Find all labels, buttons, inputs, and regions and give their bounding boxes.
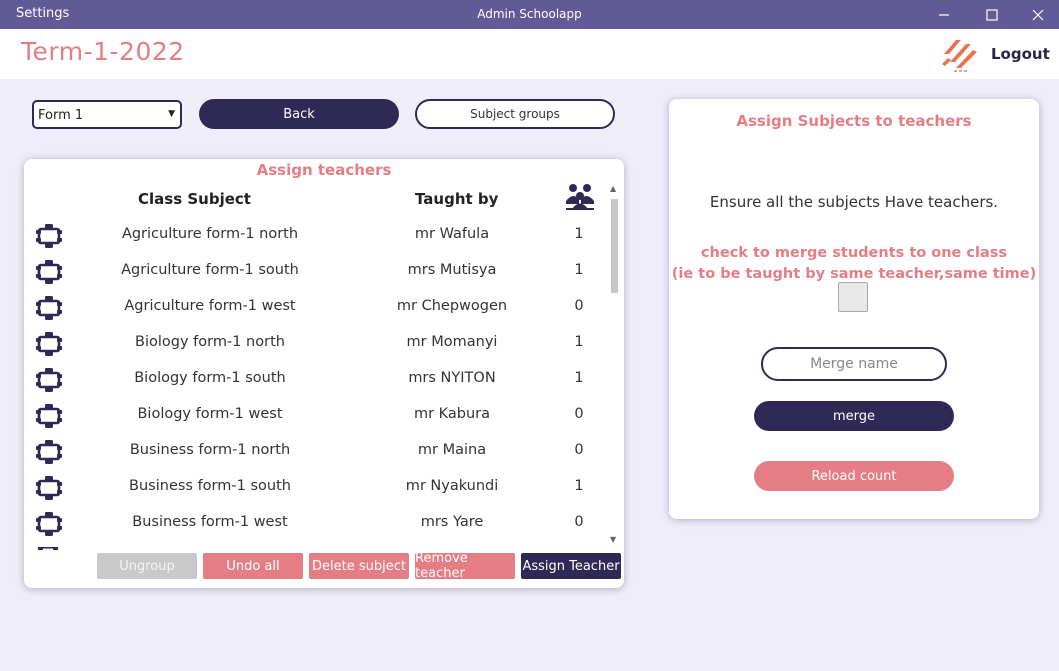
group-node-icon[interactable] <box>36 259 62 285</box>
delete-subject-button[interactable]: Delete subject <box>309 553 409 579</box>
term-title: Term-1-2022 <box>21 37 185 66</box>
group-node-icon[interactable] <box>36 295 62 321</box>
logout-button[interactable]: Logout <box>991 45 1050 63</box>
class-subject: Agriculture form-1 north <box>121 226 299 242</box>
subject-groups-button[interactable]: Subject groups <box>415 99 615 129</box>
table-row[interactable]: Agriculture form-1 south mrs Mutisya 1 <box>24 253 609 289</box>
group-node-icon <box>38 547 58 550</box>
table-row[interactable]: Biology form-1 west mr Kabura 0 <box>24 397 609 433</box>
header-bar: Term-1-2022 Logout <box>0 29 1059 79</box>
column-header-class-subject: Class Subject <box>138 190 251 208</box>
ensure-message: Ensure all the subjects Have teachers. <box>709 193 999 211</box>
merge-instructions-line1: check to merge students to one class <box>700 245 1008 261</box>
group-node-icon[interactable] <box>36 367 62 393</box>
table-row[interactable]: Business form-1 west mrs Yare 0 <box>24 505 609 541</box>
window-title: Admin Schoolapp <box>477 7 582 21</box>
form-select-value: Form 1 <box>38 108 84 123</box>
group-node-icon[interactable] <box>36 403 62 429</box>
student-count: 1 <box>574 478 584 494</box>
class-subject: Business form-1 north <box>129 442 291 458</box>
student-count: 1 <box>574 262 584 278</box>
app-logo <box>942 40 977 72</box>
minimize-button[interactable] <box>921 0 967 29</box>
card-title: Assign teachers <box>256 161 392 179</box>
merge-instructions: check to merge students to one class (ie… <box>669 243 1039 285</box>
reload-count-button[interactable]: Reload count <box>754 461 954 491</box>
column-header-taught-by: Taught by <box>415 190 499 208</box>
scrollbar-thumb[interactable] <box>611 199 618 293</box>
student-count: 0 <box>574 406 584 422</box>
student-count: 1 <box>574 334 584 350</box>
maximize-icon <box>986 8 998 21</box>
scroll-up-icon[interactable]: ▲ <box>610 184 616 193</box>
back-button[interactable]: Back <box>199 99 399 129</box>
remove-teacher-button[interactable]: Remove teacher <box>415 551 515 581</box>
assign-subjects-card: Assign Subjects to teachers Ensure all t… <box>669 99 1039 519</box>
list-scrollbar[interactable]: ▲ ▼ <box>608 183 621 547</box>
taught-by: mr Wafula <box>414 226 490 242</box>
close-icon <box>1032 9 1044 20</box>
class-subject: Business form-1 west <box>132 514 288 530</box>
taught-by: mrs NYITON <box>408 370 496 386</box>
table-row[interactable]: Agriculture form-1 north mr Wafula 1 <box>24 217 609 253</box>
assign-teacher-button[interactable]: Assign Teacher <box>521 553 621 579</box>
group-node-icon[interactable] <box>36 475 62 501</box>
merge-button[interactable]: merge <box>754 401 954 431</box>
group-node-icon[interactable] <box>36 511 62 537</box>
caret-down-icon: ▼ <box>168 109 175 119</box>
student-count: 1 <box>574 226 584 242</box>
taught-by: mr Chepwogen <box>396 298 508 314</box>
class-subject: Agriculture form-1 south <box>121 262 299 278</box>
class-subject: Biology form-1 west <box>137 406 283 422</box>
class-subject: Biology form-1 north <box>135 334 285 350</box>
group-node-icon[interactable] <box>36 223 62 249</box>
taught-by: mrs Yare <box>420 514 484 530</box>
taught-by: mr Momanyi <box>406 334 498 350</box>
table-row[interactable]: Business form-1 north mr Maina 0 <box>24 433 609 469</box>
undo-all-button[interactable]: Undo all <box>203 553 303 579</box>
people-group-icon <box>566 184 594 210</box>
assign-teachers-card: Assign teachers Class Subject Taught by … <box>24 159 624 588</box>
form-select[interactable]: Form 1 ▼ <box>32 100 182 129</box>
student-count: 0 <box>574 442 584 458</box>
table-row[interactable]: Biology form-1 south mrs NYITON 1 <box>24 361 609 397</box>
taught-by: mr Maina <box>417 442 487 458</box>
class-subject: Agriculture form-1 west <box>124 298 296 314</box>
close-button[interactable] <box>1015 0 1059 29</box>
table-row[interactable]: Agriculture form-1 west mr Chepwogen 0 <box>24 289 609 325</box>
student-count: 0 <box>574 298 584 314</box>
class-subject: Business form-1 south <box>129 478 291 494</box>
assign-subjects-title: Assign Subjects to teachers <box>736 112 972 130</box>
table-row[interactable]: Biology form-1 north mr Momanyi 1 <box>24 325 609 361</box>
merge-name-input[interactable]: Merge name <box>761 347 947 381</box>
ungroup-button[interactable]: Ungroup <box>97 553 197 579</box>
title-bar: Settings Admin Schoolapp <box>0 0 1059 29</box>
group-node-icon[interactable] <box>36 439 62 465</box>
scroll-down-icon[interactable]: ▼ <box>610 535 616 544</box>
group-node-icon[interactable] <box>36 331 62 357</box>
maximize-button[interactable] <box>969 0 1015 29</box>
student-count: 0 <box>574 514 584 530</box>
taught-by: mrs Mutisya <box>407 262 497 278</box>
taught-by: mr Kabura <box>413 406 491 422</box>
minimize-icon <box>939 13 949 16</box>
class-subject: Biology form-1 south <box>134 370 286 386</box>
table-row[interactable]: Business form-1 south mr Nyakundi 1 <box>24 469 609 505</box>
student-count: 1 <box>574 370 584 386</box>
merge-checkbox[interactable] <box>838 282 868 312</box>
taught-by: mr Nyakundi <box>405 478 499 494</box>
